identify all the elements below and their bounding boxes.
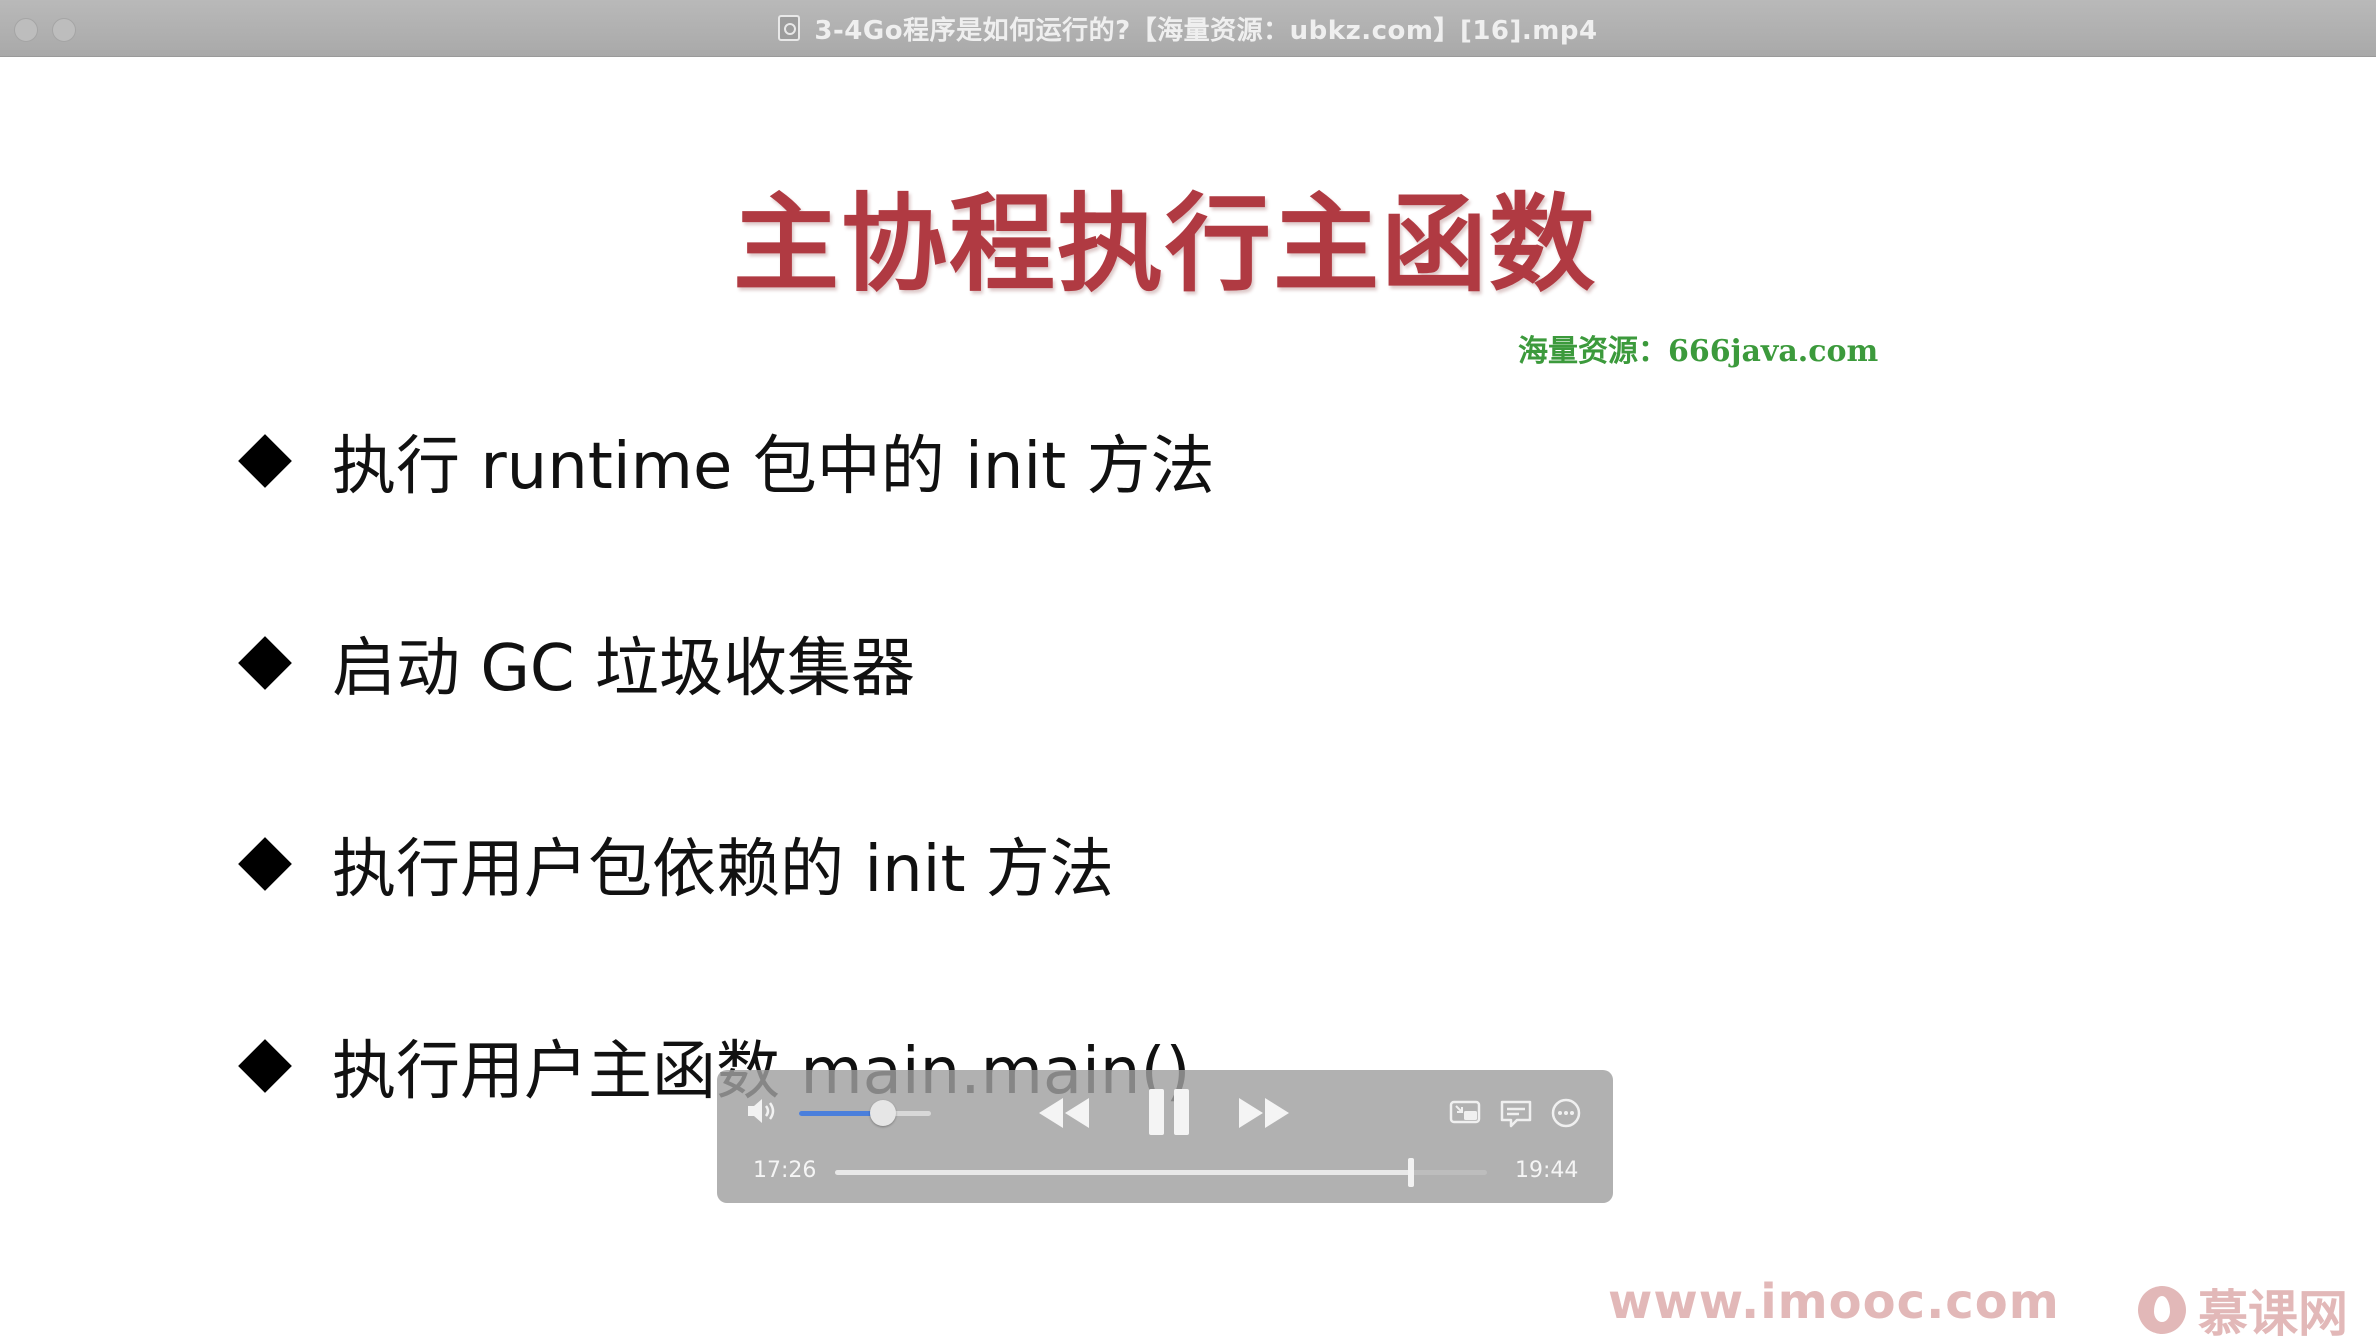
- diamond-bullet-icon: [238, 837, 292, 891]
- resource-watermark: 海量资源：666java.com: [1518, 334, 1879, 369]
- window-title: 3-4Go程序是如何运行的?【海量资源：ubkz.com】[16].mp4: [814, 15, 1598, 46]
- brand-name: 慕课网: [2198, 1285, 2348, 1338]
- ellipsis-icon: [1551, 1098, 1581, 1128]
- title-bar[interactable]: 3-4Go程序是如何运行的?【海量资源：ubkz.com】[16].mp4: [0, 0, 2376, 57]
- video-file-icon: [778, 15, 801, 41]
- picture-in-picture-button[interactable]: [1449, 1096, 1483, 1130]
- slide-title: 主协程执行主函数: [733, 183, 1597, 306]
- subtitles-icon: [1500, 1100, 1532, 1128]
- bullet-item: 启动 GC 垃圾收集器: [236, 617, 915, 709]
- diamond-bullet-icon: [238, 434, 292, 488]
- bullet-text: 执行 runtime 包中的 init 方法: [332, 430, 1215, 504]
- flame-logo-icon: [2138, 1286, 2186, 1334]
- rewind-icon: [1039, 1098, 1089, 1128]
- volume-slider[interactable]: [799, 1100, 931, 1126]
- progress-bar[interactable]: [835, 1158, 1487, 1187]
- progress-fill: [835, 1170, 1411, 1175]
- diamond-bullet-icon: [238, 636, 292, 690]
- bullet-item: 执行 runtime 包中的 init 方法: [236, 415, 1215, 507]
- pause-button[interactable]: [1139, 1084, 1199, 1140]
- rewind-button[interactable]: [1035, 1088, 1095, 1138]
- playhead[interactable]: [1407, 1158, 1414, 1187]
- bullet-text: 启动 GC 垃圾收集器: [332, 632, 915, 706]
- duration-time: 19:44: [1515, 1158, 1579, 1183]
- volume-knob[interactable]: [870, 1100, 897, 1126]
- playback-controls: 17:26 19:44: [717, 1070, 1613, 1203]
- current-time: 17:26: [753, 1158, 817, 1183]
- picture-in-picture-icon: [1449, 1100, 1481, 1124]
- pause-icon: [1174, 1089, 1189, 1135]
- bullet-text: 执行用户包依赖的 init 方法: [332, 833, 1114, 907]
- fast-forward-button[interactable]: [1233, 1088, 1293, 1138]
- more-options-button[interactable]: [1549, 1096, 1583, 1130]
- subtitles-button[interactable]: [1499, 1096, 1533, 1130]
- site-watermark: www.imooc.com: [1608, 1274, 2060, 1330]
- pause-icon: [1149, 1089, 1164, 1135]
- bullet-item: 执行用户包依赖的 init 方法: [236, 818, 1114, 910]
- fast-forward-icon: [1239, 1098, 1289, 1128]
- diamond-bullet-icon: [238, 1039, 292, 1093]
- brand-logo: 慕课网: [2138, 1274, 2348, 1338]
- player-window: 3-4Go程序是如何运行的?【海量资源：ubkz.com】[16].mp4 主协…: [0, 0, 2376, 1338]
- title-container: 3-4Go程序是如何运行的?【海量资源：ubkz.com】[16].mp4: [0, 0, 2376, 56]
- speaker-icon[interactable]: [745, 1096, 781, 1126]
